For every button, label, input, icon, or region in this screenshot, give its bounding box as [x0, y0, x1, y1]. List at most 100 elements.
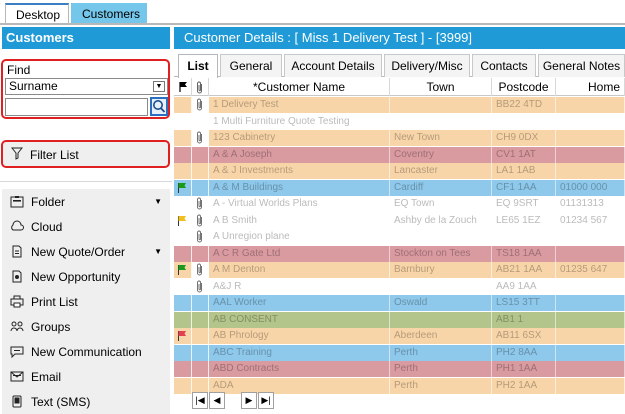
row-attachment-cell[interactable] [192, 146, 209, 163]
column-header-postcode[interactable]: Postcode [492, 78, 556, 96]
filter-list-button[interactable]: Filter List [1, 140, 170, 168]
row-flag-cell[interactable] [174, 295, 192, 311]
row-flag-cell[interactable] [174, 163, 192, 179]
row-attachment-cell[interactable] [192, 179, 209, 196]
postcode-cell: BB22 4TD [492, 97, 556, 113]
row-flag-cell[interactable] [174, 377, 192, 394]
table-row[interactable]: ABD Contracts Perth PH1 1AA [174, 361, 625, 377]
search-input[interactable] [5, 98, 148, 116]
customer-name-cell: ADA [209, 377, 390, 394]
row-flag-cell[interactable] [174, 113, 192, 130]
tab-general-notes[interactable]: General Notes [538, 54, 625, 77]
row-attachment-cell[interactable] [192, 130, 209, 146]
row-attachment-cell[interactable] [192, 311, 209, 328]
table-row[interactable]: A B Smith Ashby de la Zouch LE65 1EZ 01234 … [174, 212, 625, 229]
tab-general[interactable]: General [220, 54, 282, 77]
sidebar-item-email[interactable]: Email [2, 364, 170, 389]
customer-name-cell: 123 Cabinetry [209, 130, 390, 146]
home-cell [556, 229, 625, 245]
row-flag-cell[interactable] [174, 179, 192, 196]
previous-page-button[interactable]: ◀ [209, 392, 225, 409]
sidebar-item-folder[interactable]: Folder ▼ [2, 189, 170, 214]
sidebar-item-new-opportunity[interactable]: New Opportunity [2, 264, 170, 289]
row-attachment-cell[interactable] [192, 229, 209, 245]
column-header-home[interactable]: Home [556, 78, 625, 96]
row-flag-cell[interactable] [174, 262, 192, 278]
row-attachment-cell[interactable] [192, 361, 209, 377]
table-row[interactable]: AAL Worker Oswald LS15 3TT [174, 295, 625, 311]
tab-contacts[interactable]: Contacts [472, 54, 536, 77]
row-attachment-cell[interactable] [192, 113, 209, 130]
sidebar-item-groups[interactable]: Groups [2, 314, 170, 339]
town-cell [390, 311, 492, 328]
row-flag-cell[interactable] [174, 97, 192, 113]
row-flag-cell[interactable] [174, 311, 192, 328]
row-attachment-cell[interactable] [192, 163, 209, 179]
search-button[interactable] [150, 97, 168, 116]
table-row[interactable]: 123 Cabinetry New Town CH9 0DX [174, 130, 625, 146]
row-attachment-cell[interactable] [192, 262, 209, 278]
chevron-down-icon[interactable]: ▼ [153, 81, 165, 92]
sidebar-item-text-sms[interactable]: Text (SMS) [2, 389, 170, 414]
table-row[interactable]: A & J Investments Lancaster LA1 1AB [174, 163, 625, 179]
row-flag-cell[interactable] [174, 361, 192, 377]
row-attachment-cell[interactable] [192, 245, 209, 262]
first-page-button[interactable]: |◀ [192, 392, 208, 409]
row-attachment-cell[interactable] [192, 344, 209, 361]
tab-desktop[interactable]: Desktop [5, 3, 69, 24]
row-flag-cell[interactable] [174, 146, 192, 163]
row-attachment-cell[interactable] [192, 212, 209, 229]
tab-customers[interactable]: Customers [71, 3, 147, 24]
flag-column-header[interactable] [174, 78, 192, 96]
row-flag-cell[interactable] [174, 245, 192, 262]
caret-down-icon[interactable]: ▼ [154, 247, 162, 256]
next-page-button[interactable]: ▶ [241, 392, 257, 409]
table-row[interactable]: A&J R AA9 1AA [174, 278, 625, 295]
table-row[interactable]: A Unregion plane [174, 229, 625, 245]
sidebar-item-new-quote-order[interactable]: New Quote/Order ▼ [2, 239, 170, 264]
find-field-select[interactable]: Surname ▼ [5, 78, 168, 95]
customer-name-cell: A & A Joseph [209, 146, 390, 163]
row-attachment-cell[interactable] [192, 328, 209, 344]
table-row[interactable]: A & M Buildings Cardiff CF1 1AA 01000 000 [174, 179, 625, 196]
sidebar-item-print-list[interactable]: Print List [2, 289, 170, 314]
row-flag-cell[interactable] [174, 328, 192, 344]
row-attachment-cell[interactable] [192, 97, 209, 113]
row-flag-cell[interactable] [174, 344, 192, 361]
row-flag-cell[interactable] [174, 278, 192, 295]
sidebar-item-cloud[interactable]: Cloud [2, 214, 170, 239]
tab-delivery-misc[interactable]: Delivery/Misc [384, 54, 470, 77]
tab-account-details[interactable]: Account Details [284, 54, 382, 77]
sidebar-item-new-communication[interactable]: New Communication [2, 339, 170, 364]
last-page-button[interactable]: ▶| [258, 392, 274, 409]
postcode-cell: PH1 1AA [492, 361, 556, 377]
row-attachment-cell[interactable] [192, 278, 209, 295]
printer-icon [10, 295, 24, 308]
table-row[interactable]: A - Virtual Worlds Plans EQ Town EQ 9SRT 01… [174, 196, 625, 212]
town-cell: Lancaster [390, 163, 492, 179]
table-row[interactable]: AB Phrology Aberdeen AB11 6SX [174, 328, 625, 344]
opportunity-icon [12, 270, 22, 283]
table-row[interactable]: A & A Joseph Coventry CV1 1AT [174, 146, 625, 163]
table-row[interactable]: A C R Gate Ltd Stockton on Tees TS18 1AA [174, 245, 625, 262]
row-flag-cell[interactable] [174, 196, 192, 212]
column-header-customer-name[interactable]: *Customer Name [209, 78, 390, 96]
row-flag-cell[interactable] [174, 229, 192, 245]
row-flag-cell[interactable] [174, 130, 192, 146]
find-label: Find [7, 63, 31, 77]
row-attachment-cell[interactable] [192, 295, 209, 311]
caret-down-icon[interactable]: ▼ [154, 197, 162, 206]
table-row[interactable]: 1 Multi Furniture Quote Testing [174, 113, 625, 130]
column-header-town[interactable]: Town [390, 78, 492, 96]
tab-list[interactable]: List [178, 54, 218, 78]
table-row[interactable]: AB CONSENT AB1 1 [174, 311, 625, 328]
attachment-column-header[interactable] [192, 78, 209, 96]
customer-name-cell: A Unregion plane [209, 229, 390, 245]
table-row[interactable]: A M Denton Barnbury AB21 1AA 01235 647 [174, 262, 625, 278]
town-cell: Barnbury [390, 262, 492, 278]
row-flag-cell[interactable] [174, 212, 192, 229]
sidebar-item-label: Print List [31, 295, 78, 309]
table-row[interactable]: 1 Delivery Test BB22 4TD [174, 97, 625, 113]
table-row[interactable]: ABC Training Perth PH2 8AA [174, 344, 625, 361]
row-attachment-cell[interactable] [192, 196, 209, 212]
